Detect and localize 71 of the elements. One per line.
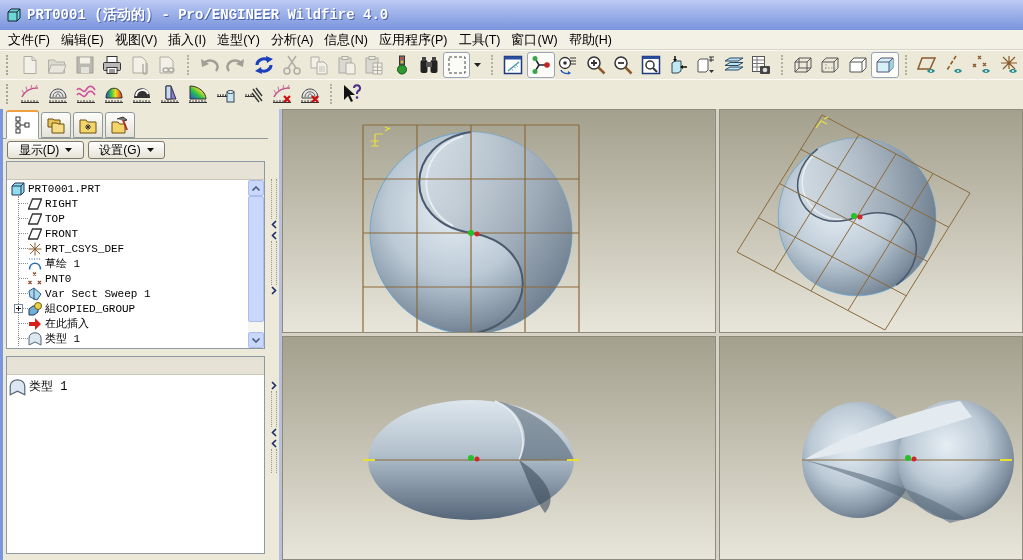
- csys-triad-icon: [370, 126, 391, 147]
- csys-triad-icon: [815, 116, 829, 129]
- plane-icon: [28, 226, 42, 241]
- menu-item[interactable]: 信息(N): [324, 30, 368, 49]
- tree-item[interactable]: 类型 1: [45, 331, 81, 346]
- graphics-viewport[interactable]: [719, 109, 1023, 333]
- splitter-grip[interactable]: [270, 391, 277, 427]
- menu-item[interactable]: 工具(T): [458, 30, 501, 49]
- navigator-tab[interactable]: [41, 112, 71, 138]
- chevron-up-icon: [252, 185, 260, 191]
- tree-item[interactable]: FRONT: [45, 226, 78, 241]
- menu-item[interactable]: 帮助(H): [568, 30, 612, 49]
- expand-plus-icon[interactable]: [14, 304, 23, 313]
- scroll-up-button[interactable]: [248, 180, 264, 196]
- scrollbar-thumb[interactable]: [248, 196, 264, 322]
- splitter-grip[interactable]: [270, 449, 277, 473]
- csys-icon: [28, 241, 42, 256]
- tree-item[interactable]: TOP: [45, 211, 65, 226]
- origin-marker-icon: [468, 455, 480, 462]
- tree-item[interactable]: PRT_CSYS_DEF: [45, 241, 125, 256]
- graphics-viewport[interactable]: [719, 336, 1023, 560]
- part-cube-icon: [11, 181, 25, 196]
- dropdown-button[interactable]: 显示(D): [7, 141, 84, 159]
- plane-icon: [28, 196, 42, 211]
- splitter-grip[interactable]: [270, 241, 277, 285]
- tree-item[interactable]: 在此插入: [45, 316, 89, 331]
- caret-icon[interactable]: [474, 63, 482, 67]
- app-icon: [7, 8, 21, 22]
- tree-item[interactable]: 組COPIED_GROUP: [45, 301, 136, 316]
- menu-item[interactable]: 分析(A): [270, 30, 314, 49]
- tree-structure-icon: [13, 116, 32, 134]
- caret-icon: [65, 148, 73, 152]
- navigator-tab[interactable]: [6, 110, 39, 139]
- tree-item[interactable]: PNT0: [45, 271, 72, 286]
- chevron-right-icon[interactable]: [270, 286, 277, 295]
- splitter-grip[interactable]: [270, 179, 277, 219]
- menu-item[interactable]: 文件(F): [8, 30, 50, 49]
- origin-marker-icon: [851, 213, 863, 220]
- plane-icon: [28, 211, 42, 226]
- chevron-down-icon: [252, 337, 260, 343]
- arch-icon: [9, 378, 26, 396]
- menu-item[interactable]: 应用程序(P): [378, 30, 448, 49]
- sketch-arc-icon: [28, 256, 42, 271]
- chevron-right-icon[interactable]: [270, 381, 277, 390]
- menu-item[interactable]: 窗口(W): [511, 30, 558, 49]
- tools-folder-icon: [111, 116, 129, 134]
- tree-item[interactable]: 草绘 1: [45, 256, 81, 271]
- star-folder-icon: [79, 116, 97, 134]
- tree-item[interactable]: RIGHT: [45, 196, 78, 211]
- menu-item[interactable]: 造型(Y): [217, 30, 260, 49]
- origin-marker-icon: [905, 455, 917, 462]
- menu-item[interactable]: 插入(I): [168, 30, 207, 49]
- dropdown-button[interactable]: 设置(G): [88, 141, 165, 159]
- origin-marker-icon: [468, 230, 480, 237]
- arch-icon: [28, 331, 42, 346]
- tree-item[interactable]: PRT0001.PRT: [28, 181, 101, 196]
- folders-icon: [47, 116, 65, 134]
- insert-arrow-icon: [28, 316, 42, 331]
- menu-item[interactable]: 视图(V): [114, 30, 158, 49]
- navigator-tab[interactable]: [105, 112, 135, 138]
- menu-item[interactable]: 编辑(E): [60, 30, 104, 49]
- graphics-viewport[interactable]: [282, 336, 716, 560]
- window-title: PRT0001 (活动的) - Pro/ENGINEER Wildfire 4.0: [27, 5, 389, 25]
- navigator-tab[interactable]: [73, 112, 103, 138]
- analysis-item[interactable]: 类型 1: [29, 378, 68, 396]
- group-icon: [28, 301, 42, 316]
- scroll-down-button[interactable]: [248, 332, 264, 348]
- caret-icon: [146, 148, 154, 152]
- point-marks-icon: [28, 271, 42, 286]
- sweep-icon: [28, 286, 42, 301]
- tree-item[interactable]: Var Sect Sweep 1: [45, 286, 151, 301]
